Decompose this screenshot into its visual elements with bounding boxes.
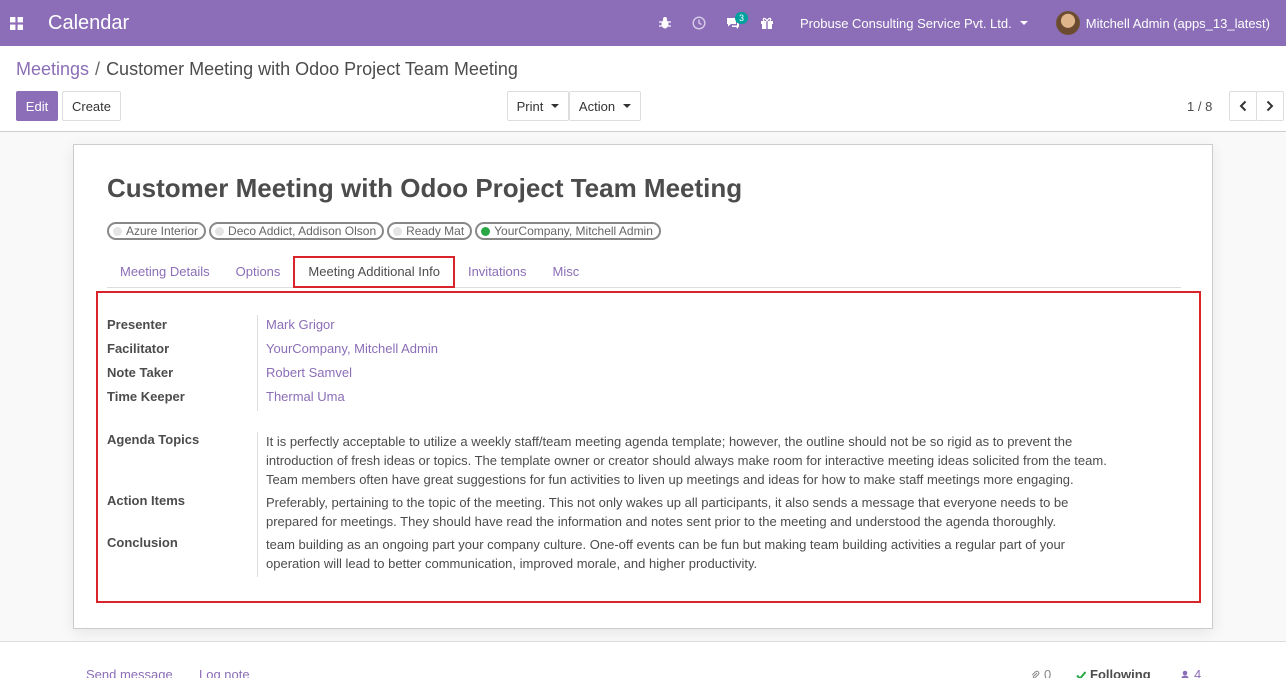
attendee-name: Ready Mat <box>406 224 465 238</box>
user-icon <box>1181 670 1189 678</box>
presenter-value-link[interactable]: Mark Grigor <box>257 315 1157 339</box>
tab-invitations[interactable]: Invitations <box>455 256 540 288</box>
record-title: Customer Meeting with Odoo Project Team … <box>107 173 743 203</box>
chevron-down-icon <box>1019 21 1028 25</box>
tab-misc[interactable]: Misc <box>540 256 593 288</box>
chevron-right-icon <box>1266 100 1274 112</box>
attendee-name: YourCompany, Mitchell Admin <box>494 224 653 238</box>
control-panel: Meetings / Customer Meeting with Odoo Pr… <box>0 46 1286 132</box>
user-name: Mitchell Admin (apps_13_latest) <box>1085 15 1270 31</box>
activities-button[interactable] <box>682 0 716 46</box>
agenda-value: It is perfectly acceptable to utilize a … <box>257 432 1157 493</box>
debug-button[interactable] <box>648 0 682 46</box>
status-dot-icon <box>215 226 225 236</box>
attachments-count: 0 <box>1044 667 1052 678</box>
additional-info-fields: Presenter Mark Grigor Facilitator YourCo… <box>107 315 1157 577</box>
breadcrumb: Meetings / Customer Meeting with Odoo Pr… <box>16 59 518 80</box>
presenter-label: Presenter <box>107 317 167 332</box>
note-taker-value-link[interactable]: Robert Samvel <box>257 363 1157 387</box>
attendee-tag[interactable]: Deco Addict, Addison Olson <box>209 222 385 240</box>
top-navbar: Calendar 3 Probuse Consulting Service Pv… <box>0 0 1286 46</box>
app-title[interactable]: Calendar <box>48 12 129 35</box>
form-sheet: Customer Meeting with Odoo Project Team … <box>73 144 1213 629</box>
grid-icon <box>9 16 23 30</box>
print-label: Print <box>516 98 544 114</box>
status-dot-icon <box>393 226 403 236</box>
edit-button[interactable]: Edit <box>16 91 58 121</box>
attendee-tags: Azure Interior Deco Addict, Addison Olso… <box>107 222 661 240</box>
company-switcher[interactable]: Probuse Consulting Service Pvt. Ltd. <box>784 0 1040 46</box>
conclusion-label: Conclusion <box>107 535 178 550</box>
agenda-label: Agenda Topics <box>107 432 200 447</box>
status-dot-icon <box>113 226 122 236</box>
action-dropdown[interactable]: Action <box>569 91 641 121</box>
print-dropdown[interactable]: Print <box>507 91 569 121</box>
following-button[interactable]: Following <box>1076 667 1151 678</box>
tab-meeting-details[interactable]: Meeting Details <box>107 256 223 288</box>
action-items-value: Preferably, pertaining to the topic of t… <box>257 493 1157 535</box>
field-row-agenda: Agenda Topics It is perfectly acceptable… <box>107 432 1157 493</box>
tab-options[interactable]: Options <box>223 256 294 288</box>
gift-button[interactable] <box>750 0 784 46</box>
facilitator-value-link[interactable]: YourCompany, Mitchell Admin <box>257 339 1157 363</box>
chevron-down-icon <box>623 104 632 108</box>
pager-next-button[interactable] <box>1256 91 1284 121</box>
create-button[interactable]: Create <box>62 91 121 121</box>
attendee-name: Deco Addict, Addison Olson <box>228 224 377 238</box>
field-row-action-items: Action Items Preferably, pertaining to t… <box>107 493 1157 535</box>
chevron-left-icon <box>1239 100 1247 112</box>
gift-icon <box>761 17 773 29</box>
attendee-tag[interactable]: YourCompany, Mitchell Admin <box>475 222 661 240</box>
breadcrumb-separator: / <box>95 59 101 79</box>
conclusion-value: team building as an ongoing part your co… <box>257 535 1157 577</box>
clock-icon <box>692 16 706 30</box>
messages-badge: 3 <box>735 12 749 24</box>
notebook-tabs: Meeting Details Options Meeting Addition… <box>107 256 1181 288</box>
followers-button[interactable]: 4 <box>1180 667 1201 678</box>
facilitator-label: Facilitator <box>107 341 170 356</box>
followers-count: 4 <box>1194 667 1202 678</box>
attendee-tag[interactable]: Azure Interior <box>107 222 207 240</box>
field-row-conclusion: Conclusion team building as an ongoing p… <box>107 535 1157 577</box>
send-message-button[interactable]: Send message <box>86 667 173 678</box>
attendee-tag[interactable]: Ready Mat <box>387 222 473 240</box>
log-note-button[interactable]: Log note <box>199 667 250 678</box>
apps-menu-button[interactable] <box>0 0 32 46</box>
breadcrumb-meetings-link[interactable]: Meetings <box>16 59 89 80</box>
check-icon <box>1076 671 1087 678</box>
pager-previous-button[interactable] <box>1229 91 1257 121</box>
attachments-button[interactable]: 0 <box>1030 667 1051 678</box>
field-row-facilitator: Facilitator YourCompany, Mitchell Admin <box>107 339 1157 363</box>
action-label: Action <box>578 98 616 114</box>
paperclip-icon <box>1031 670 1040 678</box>
messaging-button[interactable]: 3 <box>716 0 750 46</box>
pager-value[interactable]: 1 / 8 <box>1187 99 1212 114</box>
time-keeper-value-link[interactable]: Thermal Uma <box>257 387 1157 411</box>
breadcrumb-current: Customer Meeting with Odoo Project Team … <box>106 59 518 79</box>
note-taker-label: Note Taker <box>107 365 174 380</box>
company-name: Probuse Consulting Service Pvt. Ltd. <box>800 15 1012 31</box>
tab-meeting-additional-info[interactable]: Meeting Additional Info <box>293 256 455 288</box>
field-row-time-keeper: Time Keeper Thermal Uma <box>107 387 1157 411</box>
action-items-label: Action Items <box>107 493 186 508</box>
chevron-down-icon <box>551 104 560 108</box>
status-dot-icon <box>481 226 491 236</box>
field-row-presenter: Presenter Mark Grigor <box>107 315 1157 339</box>
bug-icon <box>659 17 671 29</box>
chatter: Send message Log note 0 Following 4 <box>0 641 1286 678</box>
avatar <box>1055 11 1080 35</box>
following-label: Following <box>1090 667 1151 678</box>
user-menu[interactable]: Mitchell Admin (apps_13_latest) <box>1040 0 1286 46</box>
time-keeper-label: Time Keeper <box>107 389 185 404</box>
attendee-name: Azure Interior <box>126 224 199 238</box>
field-row-note-taker: Note Taker Robert Samvel <box>107 363 1157 387</box>
